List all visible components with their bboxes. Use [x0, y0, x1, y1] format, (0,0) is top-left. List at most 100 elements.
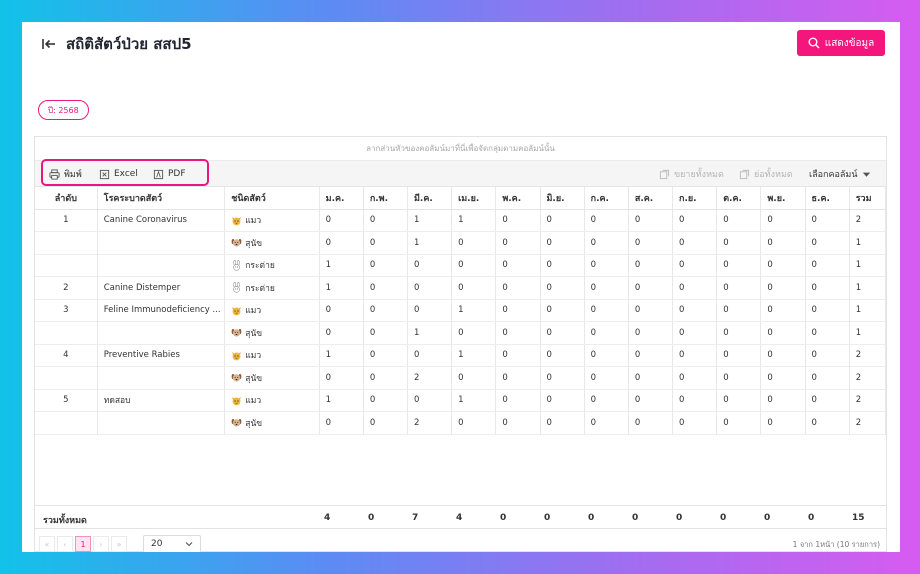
month-value-cell: 0	[716, 254, 762, 277]
row-number-cell	[35, 254, 98, 277]
column-header[interactable]: โรคระบาดสัตว์	[97, 187, 226, 210]
month-value-cell: 0	[628, 366, 674, 390]
column-header[interactable]: มี.ค.	[407, 187, 453, 210]
caret-down-icon	[863, 172, 871, 177]
month-value-cell: 0	[805, 366, 850, 390]
row-total-cell: 1	[849, 276, 887, 300]
animal-name: สุนัข	[245, 328, 263, 339]
month-value-cell: 0	[540, 209, 585, 232]
next-page-button[interactable]: ›	[93, 536, 109, 552]
table-row[interactable]: 3 Feline Immunodeficiency ... แมว 0 0 0 1 0 0 0 0 0…	[35, 299, 887, 322]
page-number-button[interactable]: 1	[75, 536, 91, 552]
show-data-button[interactable]: แสดงข้อมูล	[797, 30, 885, 56]
row-number-cell: 1	[35, 209, 98, 232]
month-value-cell: 0	[363, 299, 408, 322]
animal-name: สุนัข	[245, 238, 263, 249]
column-header[interactable]: ธ.ค.	[805, 187, 850, 210]
summary-month-value: 0	[544, 513, 551, 523]
last-page-button[interactable]: »	[111, 536, 127, 552]
month-value-cell: 0	[319, 231, 364, 255]
column-header[interactable]: เม.ย.	[451, 187, 497, 210]
pdf-export-button[interactable]: PDF	[153, 167, 186, 181]
collapse-all-button[interactable]: ย่อทั้งหมด	[739, 167, 793, 181]
month-value-cell: 0	[628, 299, 674, 322]
month-value-cell: 0	[363, 231, 408, 255]
month-value-cell: 0	[760, 344, 806, 367]
month-value-cell: 0	[540, 231, 585, 255]
column-header[interactable]: รวม	[849, 187, 887, 210]
month-value-cell: 0	[760, 389, 806, 412]
table-row[interactable]: 4 Preventive Rabies แมว 1 0 0 1 0 0 0 0 0 0 0 0 2	[35, 344, 887, 367]
column-header[interactable]: พ.ค.	[495, 187, 541, 210]
table-row[interactable]: 2 Canine Distemper กระต่าย 1 0 0 0 0 0 0 0 0 0 0 0 1	[35, 276, 887, 300]
month-value-cell: 1	[319, 254, 364, 277]
page-header: สถิติสัตว์ป่วย สสป5 แสดงข้อมูล	[22, 22, 900, 66]
month-value-cell: 0	[495, 411, 541, 435]
column-chooser-button[interactable]: เลือกคอลัมน์	[809, 167, 872, 181]
animal-cell: แมว	[224, 389, 320, 412]
expand-all-button[interactable]: ขยายทั้งหมด	[659, 167, 724, 181]
table-row[interactable]: 1 Canine Coronavirus แมว 0 0 1 1 0 0 0 0 0 0 0 0 2	[35, 209, 887, 232]
group-panel[interactable]: ลากส่วนหัวของคอลัมน์มาที่นี่เพื่อจัดกลุ่…	[35, 137, 886, 161]
column-header[interactable]: ต.ค.	[716, 187, 762, 210]
month-value-cell: 0	[495, 344, 541, 367]
table-row[interactable]: สุนัข 0 0 1 0 0 0 0 0 0 0 0 0 1	[35, 231, 887, 255]
column-header[interactable]: ส.ค.	[628, 187, 674, 210]
page-size-value: 20	[151, 539, 163, 549]
month-value-cell: 0	[584, 231, 629, 255]
month-value-cell: 0	[540, 321, 585, 345]
animal-label: แมว	[231, 393, 318, 407]
month-value-cell: 0	[628, 276, 674, 300]
animal-name: กระต่าย	[245, 283, 275, 294]
summary-month-value: 0	[764, 513, 771, 523]
table-row[interactable]: 5 ทดสอบ แมว 1 0 0 1 0 0 0 0 0 0 0 0 2	[35, 389, 887, 412]
row-number-cell	[35, 366, 98, 390]
summary-month-value: 0	[676, 513, 683, 523]
summary-month-value: 4	[456, 513, 463, 523]
collapse-left-icon[interactable]	[40, 35, 58, 53]
column-header[interactable]: ก.ย.	[672, 187, 718, 210]
table-row[interactable]: สุนัข 0 0 2 0 0 0 0 0 0 0 0 0 2	[35, 366, 887, 390]
disease-cell: Feline Immunodeficiency ...	[97, 299, 226, 322]
month-value-cell: 0	[716, 299, 762, 322]
month-value-cell: 0	[716, 411, 762, 435]
column-header[interactable]: มิ.ย.	[540, 187, 585, 210]
month-value-cell: 0	[363, 389, 408, 412]
table-row[interactable]: สุนัข 0 0 2 0 0 0 0 0 0 0 0 0 2	[35, 411, 887, 435]
animal-label: กระต่าย	[231, 281, 318, 295]
month-value-cell: 1	[407, 209, 453, 232]
month-value-cell: 0	[540, 299, 585, 322]
month-value-cell: 0	[716, 366, 762, 390]
column-header[interactable]: ม.ค.	[319, 187, 364, 210]
month-value-cell: 0	[540, 366, 585, 390]
month-value-cell: 0	[495, 231, 541, 255]
column-header[interactable]: พ.ย.	[760, 187, 806, 210]
row-number-cell: 2	[35, 276, 98, 300]
month-value-cell: 0	[540, 411, 585, 435]
month-value-cell: 1	[451, 209, 497, 232]
animal-label: แมว	[231, 303, 318, 317]
column-header[interactable]: ลำดับ	[35, 187, 98, 210]
excel-export-button[interactable]: Excel	[99, 167, 138, 181]
animal-cell: สุนัข	[224, 366, 320, 390]
month-value-cell: 0	[495, 276, 541, 300]
animal-cell: กระต่าย	[224, 276, 320, 300]
first-page-button[interactable]: «	[39, 536, 55, 552]
year-filter-badge[interactable]: ปี: 2568	[38, 100, 89, 120]
column-header[interactable]: ชนิดสัตว์	[224, 187, 320, 210]
excel-file-icon	[99, 169, 110, 179]
table-row[interactable]: สุนัข 0 0 1 0 0 0 0 0 0 0 0 0 1	[35, 321, 887, 345]
animal-label: แมว	[231, 348, 318, 362]
animal-name: แมว	[245, 396, 262, 407]
column-header[interactable]: ก.พ.	[363, 187, 408, 210]
prev-page-button[interactable]: ‹	[57, 536, 73, 552]
month-value-cell: 0	[805, 231, 850, 255]
column-header[interactable]: ก.ค.	[584, 187, 629, 210]
print-label: พิมพ์	[64, 170, 82, 180]
table-row[interactable]: กระต่าย 1 0 0 0 0 0 0 0 0 0 0 0 1	[35, 254, 887, 277]
print-button[interactable]: พิมพ์	[49, 167, 82, 181]
page-size-select[interactable]: 20	[143, 535, 201, 552]
month-value-cell: 0	[760, 276, 806, 300]
month-value-cell: 0	[760, 411, 806, 435]
animal-label: สุนัข	[231, 416, 318, 430]
